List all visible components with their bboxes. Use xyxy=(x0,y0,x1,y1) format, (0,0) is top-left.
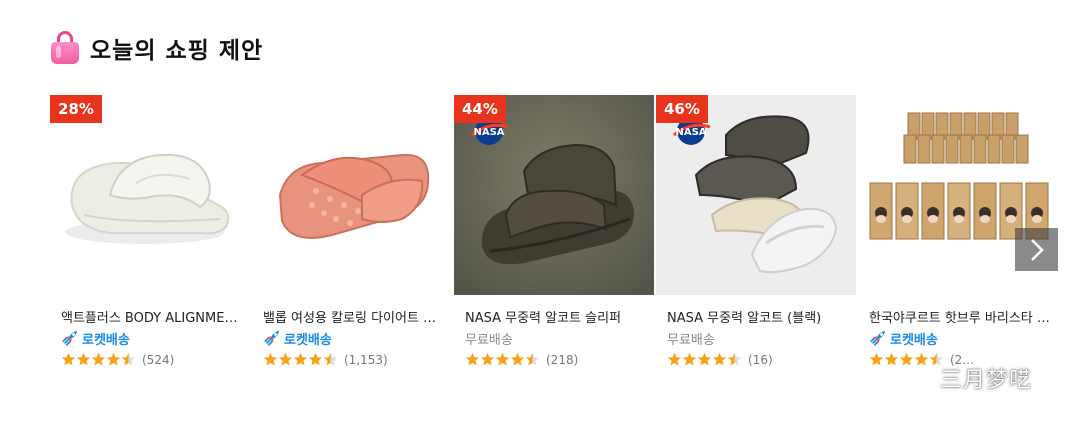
rocket-icon xyxy=(62,330,78,346)
product-name[interactable]: 액트플러스 BODY ALIGNMENT 남녀공용 슬리퍼 xyxy=(61,307,246,326)
section-header: 오늘의 쇼핑 제안 xyxy=(50,30,263,66)
wechat-icon xyxy=(904,366,933,389)
product-name[interactable]: NASA 무중력 알코트 (블랙) xyxy=(667,307,852,326)
delivery-text: 로켓배송 xyxy=(284,332,332,348)
rocket-delivery-label: 로켓배송 xyxy=(263,329,332,348)
star-rating-icon xyxy=(61,352,136,367)
watermark-text: 三月梦呓 xyxy=(940,368,1033,393)
product-rating: (524) xyxy=(61,352,174,367)
product-rating: (1,153) xyxy=(263,352,388,367)
rocket-delivery-label: 로켓배송 xyxy=(869,329,938,348)
delivery-text: 로켓배송 xyxy=(890,332,938,348)
review-count: (1,153) xyxy=(344,352,388,367)
svg-text:NASA: NASA xyxy=(675,127,706,138)
svg-text:NASA: NASA xyxy=(473,127,504,138)
review-count: (218) xyxy=(546,352,579,367)
product-carousel: 28% 액트플러스 BODY ALIGNMENT 남녀공용 슬리퍼 로켓배송 (… xyxy=(50,95,1058,385)
discount-badge: 44% xyxy=(454,95,506,123)
discount-badge: 46% xyxy=(656,95,708,123)
product-card[interactable]: 28% 액트플러스 BODY ALIGNMENT 남녀공용 슬리퍼 로켓배송 (… xyxy=(50,95,250,385)
free-delivery-label: 무료배송 xyxy=(667,332,715,348)
product-image[interactable] xyxy=(252,95,452,295)
review-count: (16) xyxy=(748,352,773,367)
delivery-text: 로켓배송 xyxy=(82,332,130,348)
product-name[interactable]: NASA 무중력 알코트 슬리퍼 xyxy=(465,307,650,326)
shopping-bag-icon xyxy=(50,31,80,65)
product-image[interactable] xyxy=(50,95,250,295)
product-name[interactable]: 한국야쿠르트 핫브루 바리스타 커피 xyxy=(869,307,1054,326)
carousel-next-button[interactable] xyxy=(1015,228,1058,271)
star-rating-icon xyxy=(667,352,742,367)
star-rating-icon xyxy=(263,352,338,367)
product-rating: (16) xyxy=(667,352,773,367)
product-rating: (218) xyxy=(465,352,578,367)
free-delivery-label: 무료배송 xyxy=(465,332,513,348)
review-count: (524) xyxy=(142,352,175,367)
product-card[interactable]: 밸롭 여성용 칼로링 다이어트 슬리퍼 로켓배송 (1,153) xyxy=(252,95,452,385)
rocket-delivery-label: 로켓배송 xyxy=(61,329,130,348)
product-card[interactable]: 44% NASA NASA 무중력 알코트 슬리퍼 무료배송 (218) xyxy=(454,95,654,385)
star-rating-icon xyxy=(465,352,540,367)
discount-badge: 28% xyxy=(50,95,102,123)
product-card[interactable]: 46% NASA NASA 무중력 알코트 (블랙) 무료배송 (16) xyxy=(656,95,856,385)
product-name[interactable]: 밸롭 여성용 칼로링 다이어트 슬리퍼 xyxy=(263,307,448,326)
chevron-right-icon xyxy=(1030,238,1044,261)
section-title: 오늘의 쇼핑 제안 xyxy=(90,38,264,64)
rocket-icon xyxy=(264,330,280,346)
rocket-icon xyxy=(870,330,886,346)
watermark: 三月梦呓 xyxy=(904,362,1032,394)
